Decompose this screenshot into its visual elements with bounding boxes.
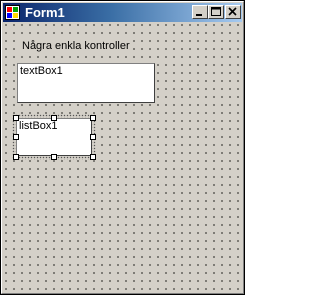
list-box[interactable]: listBox1 [16,118,92,156]
resize-handle-bottom[interactable] [51,154,57,160]
resize-handle-top-right[interactable] [90,115,96,121]
window-title: Form1 [25,5,65,20]
resize-handle-bottom-left[interactable] [13,154,19,160]
minimize-button[interactable] [192,5,208,19]
close-icon [228,7,237,16]
form-designer-surface[interactable]: Några enkla kontroller textBox1 listBox1 [5,24,242,292]
text-box-value: textBox1 [20,65,63,77]
form-window: Form1 Några enkla kontroller textBox1 li… [0,0,245,295]
title-bar[interactable]: Form1 [3,3,242,22]
description-label[interactable]: Några enkla kontroller [20,39,132,54]
resize-handle-bottom-right[interactable] [90,154,96,160]
close-button[interactable] [225,5,241,19]
resize-handle-left[interactable] [13,134,19,140]
minimize-icon [196,14,202,16]
text-box[interactable]: textBox1 [17,63,155,103]
resize-handle-top[interactable] [51,115,57,121]
maximize-button[interactable] [208,5,224,19]
resize-handle-right[interactable] [90,134,96,140]
list-box-item: listBox1 [19,120,58,132]
resize-handle-top-left[interactable] [13,115,19,121]
form-icon[interactable] [5,5,20,20]
maximize-icon [211,7,221,16]
